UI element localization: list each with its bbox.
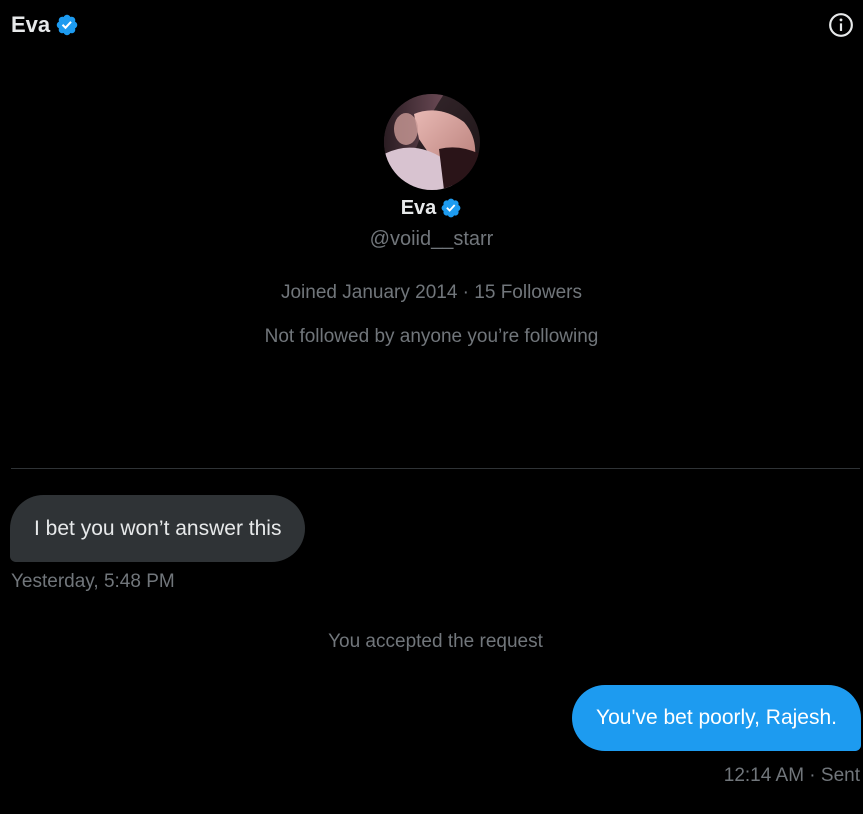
header-name: Eva: [11, 12, 51, 37]
message-timestamp: Yesterday, 5:48 PM: [11, 571, 175, 592]
verified-badge-icon: [441, 198, 461, 218]
profile-meta: Joined January 2014 · 15 Followers: [280, 282, 582, 303]
avatar[interactable]: [383, 94, 480, 190]
verified-badge-icon: [56, 14, 78, 36]
outgoing-message-bubble[interactable]: You've bet poorly, Rajesh.: [572, 685, 861, 751]
system-message: You accepted the request: [328, 631, 543, 652]
divider: [11, 468, 860, 469]
profile-name[interactable]: Eva: [0, 195, 863, 221]
incoming-message-bubble[interactable]: I bet you won’t answer this: [10, 495, 306, 562]
info-icon[interactable]: [828, 12, 854, 38]
profile-name-text: Eva: [400, 196, 437, 219]
message-status: 12:14 AM · Sent: [723, 765, 860, 786]
header-title: Eva: [11, 12, 79, 38]
mutual-followers-text: Not followed by anyone you’re following: [264, 326, 599, 347]
message-text: You've bet poorly, Rajesh.: [596, 706, 837, 729]
avatar-image: [383, 94, 480, 190]
profile-card: Eva @voiid__starr Joined January 2014 · …: [0, 94, 863, 350]
profile-handle: @voiid__starr: [369, 228, 494, 250]
message-text: I bet you won’t answer this: [34, 516, 282, 540]
conversation-header: Eva: [0, 0, 863, 52]
